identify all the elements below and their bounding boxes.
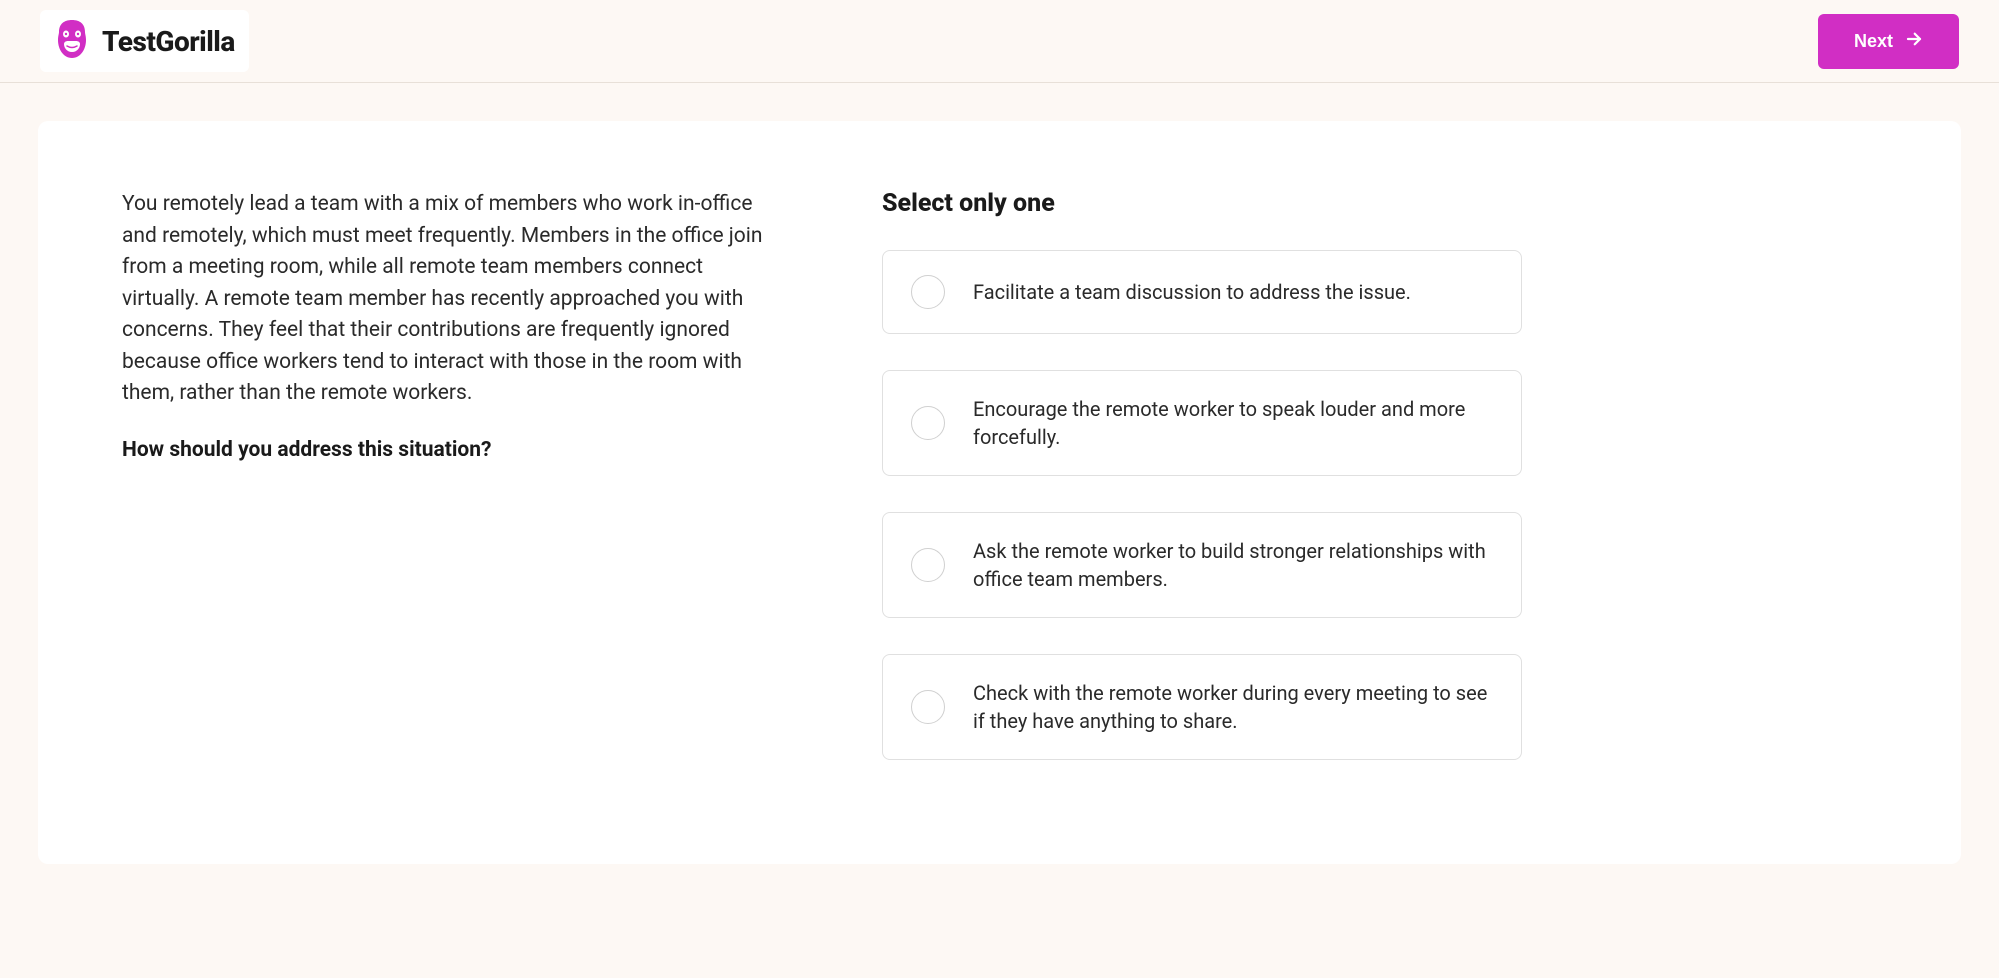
answer-option-3[interactable]: Check with the remote worker during ever… [882,654,1522,760]
instruction-heading: Select only one [882,189,1522,218]
option-text: Encourage the remote worker to speak lou… [973,395,1493,451]
option-text: Facilitate a team discussion to address … [973,278,1411,306]
question-card: You remotely lead a team with a mix of m… [38,121,1961,864]
radio-icon [911,406,945,440]
header: TestGorilla Next [0,0,1999,83]
answer-option-0[interactable]: Facilitate a team discussion to address … [882,250,1522,334]
logo: TestGorilla [40,10,249,72]
radio-icon [911,690,945,724]
question-column: You remotely lead a team with a mix of m… [122,189,782,796]
next-button-label: Next [1854,31,1893,52]
arrow-right-icon [1905,30,1923,53]
radio-icon [911,275,945,309]
option-text: Check with the remote worker during ever… [973,679,1493,735]
answer-option-1[interactable]: Encourage the remote worker to speak lou… [882,370,1522,476]
next-button[interactable]: Next [1818,14,1959,69]
radio-icon [911,548,945,582]
gorilla-icon [54,18,90,64]
answer-option-2[interactable]: Ask the remote worker to build stronger … [882,512,1522,618]
logo-text: TestGorilla [102,25,235,58]
question-prompt: How should you address this situation? [122,438,782,462]
content-wrapper: You remotely lead a team with a mix of m… [0,83,1999,902]
option-text: Ask the remote worker to build stronger … [973,537,1493,593]
answers-column: Select only one Facilitate a team discus… [882,189,1522,796]
scenario-text: You remotely lead a team with a mix of m… [122,189,782,410]
